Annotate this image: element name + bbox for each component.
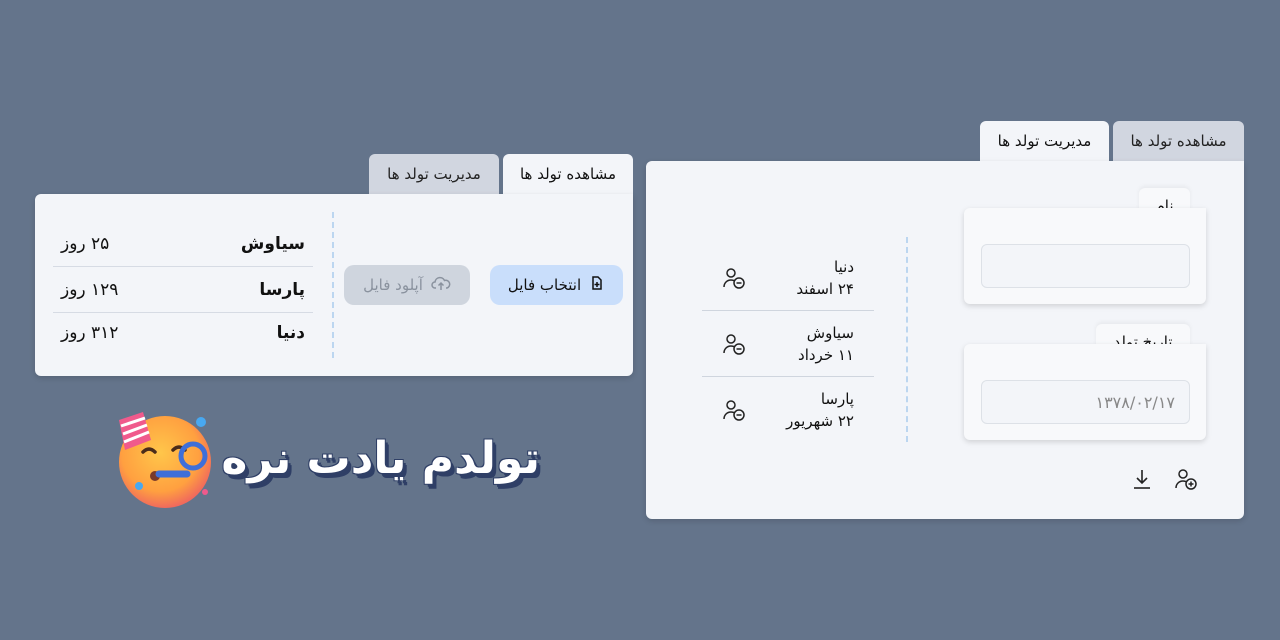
upload-file-button[interactable]: آپلود فایل — [344, 265, 470, 305]
small-tab-view-label: مشاهده تولد ها — [519, 165, 616, 183]
upload-file-label: آپلود فایل — [363, 276, 423, 294]
user-minus-icon — [723, 267, 745, 289]
choose-file-label: انتخاب فایل — [507, 276, 582, 294]
user-minus-icon — [723, 333, 745, 355]
person-row: دنیا ۲۴ اسفند — [702, 245, 874, 311]
person-row: پارسا ۲۲ شهریور — [702, 377, 874, 443]
person-info: سیاوش ۱۱ خرداد — [798, 322, 854, 366]
person-date: ۲۲ شهریور — [786, 412, 854, 430]
large-tab-view-birthdays[interactable]: مشاهده تولد ها — [1113, 121, 1244, 161]
large-tab-manage-birthdays[interactable]: مدیریت تولد ها — [980, 121, 1109, 161]
small-tab-manage-birthdays[interactable]: مدیریت تولد ها — [369, 154, 499, 194]
person-name: دنیا — [834, 257, 854, 276]
name-card — [964, 208, 1206, 304]
birthday-row: سیاوش ۲۵ روز — [53, 221, 313, 267]
name-input[interactable] — [981, 244, 1190, 288]
party-emoji — [115, 410, 215, 510]
birthday-name: سیاوش — [240, 233, 305, 254]
birthdate-card: ۱۳۷۸/۰۲/۱۷ — [964, 344, 1206, 440]
small-panel: انتخاب فایل آپلود فایل سیاوش ۲۵ روز پارس… — [35, 194, 633, 376]
days-remaining: ۳۱۲ روز — [61, 323, 119, 343]
birthdate-input[interactable]: ۱۳۷۸/۰۲/۱۷ — [981, 380, 1190, 424]
cloud-upload-icon — [431, 275, 451, 295]
small-tab-view-birthdays[interactable]: مشاهده تولد ها — [503, 154, 633, 194]
person-info: دنیا ۲۴ اسفند — [796, 256, 854, 300]
file-add-icon — [589, 275, 605, 295]
large-tab-manage-label: مدیریت تولد ها — [997, 132, 1092, 150]
birthday-row: پارسا ۱۲۹ روز — [53, 267, 313, 313]
app-logo-text: تولدم یادت نره — [221, 433, 540, 484]
birthday-name: پارسا — [259, 279, 305, 300]
small-panel-divider — [332, 212, 334, 358]
birthday-name: دنیا — [276, 323, 305, 343]
person-name: سیاوش — [806, 323, 854, 342]
remove-person-button[interactable] — [722, 398, 746, 422]
days-remaining: ۲۵ روز — [61, 233, 110, 254]
download-button[interactable] — [1130, 467, 1154, 495]
add-person-button[interactable] — [1172, 467, 1200, 495]
birthday-row: دنیا ۳۱۲ روز — [53, 313, 313, 353]
user-minus-icon — [723, 400, 745, 421]
person-info: پارسا ۲۲ شهریور — [786, 388, 854, 432]
user-plus-icon — [1174, 467, 1198, 495]
remove-person-button[interactable] — [722, 266, 746, 290]
small-tab-manage-label: مدیریت تولد ها — [387, 165, 481, 183]
birthdate-input-value: ۱۳۷۸/۰۲/۱۷ — [1095, 392, 1175, 412]
person-date: ۱۱ خرداد — [798, 345, 854, 364]
person-date: ۲۴ اسفند — [796, 279, 854, 298]
choose-file-button[interactable]: انتخاب فایل — [490, 265, 623, 305]
download-icon — [1132, 468, 1152, 494]
person-row: سیاوش ۱۱ خرداد — [702, 311, 874, 377]
large-tab-view-label: مشاهده تولد ها — [1130, 132, 1227, 150]
days-remaining: ۱۲۹ روز — [61, 279, 119, 300]
large-panel-divider — [906, 237, 908, 442]
remove-person-button[interactable] — [722, 332, 746, 356]
large-panel: نام تاریخ تولد ۱۳۷۸/۰۲/۱۷ دنیا ۲۴ اسفند … — [646, 161, 1244, 519]
person-name: پارسا — [820, 390, 854, 408]
